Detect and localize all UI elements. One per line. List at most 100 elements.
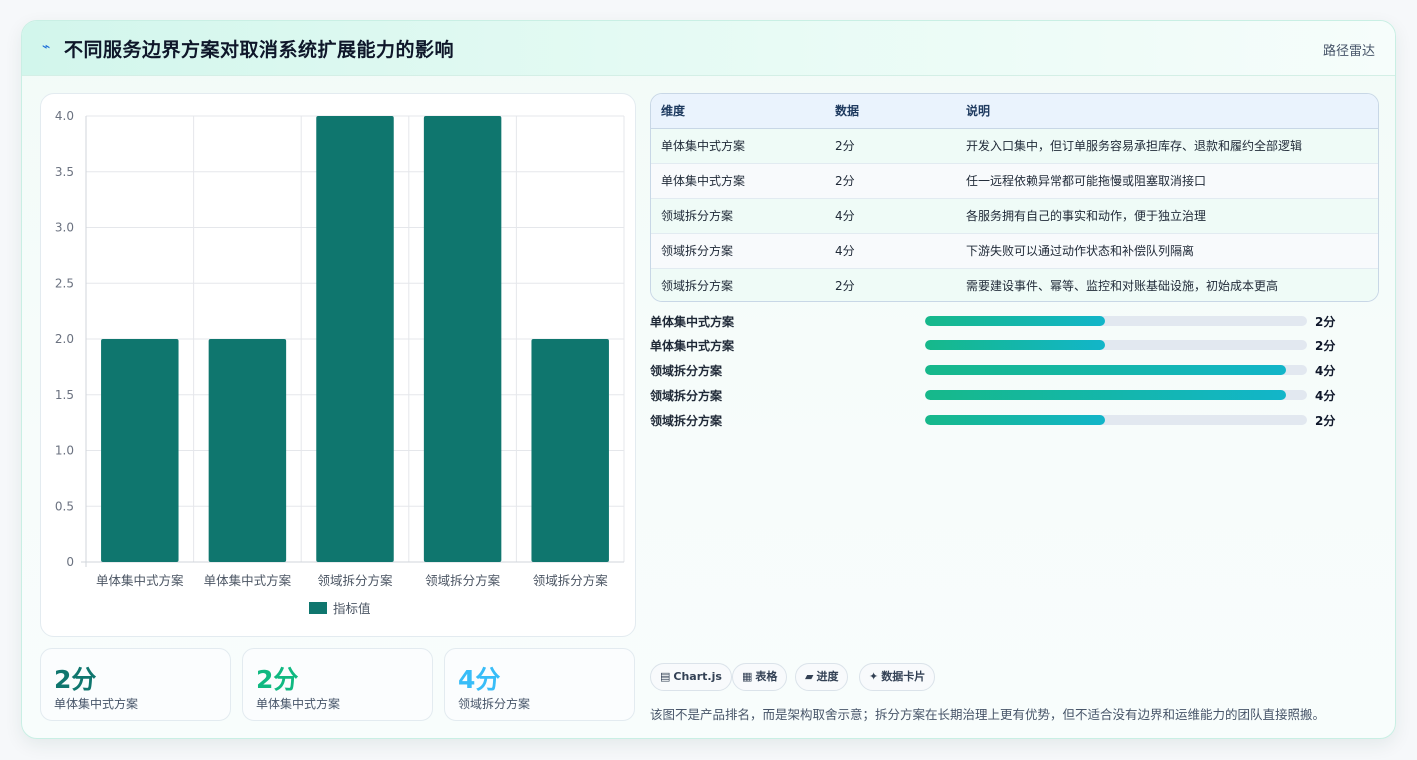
y-tick-label: 1.5 (55, 388, 74, 402)
progress-track (925, 316, 1307, 326)
progress-fill (925, 340, 1106, 350)
table-cell: 4分 (825, 233, 956, 269)
table-cell: 单体集中式方案 (651, 163, 825, 199)
chip-label: 表格 (755, 670, 778, 683)
progress-fill (925, 365, 1286, 375)
column-header: 说明 (956, 94, 1378, 129)
progress-row: 单体集中式方案 2分 (650, 311, 1370, 331)
table-cell: 领域拆分方案 (651, 198, 825, 234)
sparkle-icon: ✦ (869, 670, 879, 683)
progress-label: 单体集中式方案 (650, 339, 735, 353)
table-cell: 任一远程依赖异常都可能拖慢或阻塞取消接口 (956, 163, 1378, 199)
kpi-value: 4分 (458, 665, 501, 694)
bar (423, 116, 502, 562)
progress-row: 领域拆分方案 2分 (650, 410, 1370, 430)
progress-track (925, 390, 1307, 400)
kpi-card-1: 2分 单体集中式方案 (40, 648, 231, 721)
kpi-card-3: 4分 领域拆分方案 (444, 648, 635, 721)
column-header: 维度 (651, 94, 825, 129)
kpi-label: 领域拆分方案 (458, 697, 531, 711)
bar (316, 116, 394, 562)
x-tick-label: 领域拆分方案 (533, 573, 609, 588)
y-tick-label: 3.5 (55, 165, 74, 179)
kpi-label: 单体集中式方案 (256, 697, 341, 711)
table-cell: 领域拆分方案 (661, 279, 734, 294)
y-tick-label: 2.5 (55, 276, 74, 290)
table-cell: 4分 (825, 198, 956, 234)
table-header-row: 维度 数据 说明 (651, 94, 1378, 129)
y-tick-label: 2.0 (55, 332, 74, 346)
dashboard-card: ⌁ 不同服务边界方案对取消系统扩展能力的影响 路径雷达 0 0.5 1.0 1.5 2.… (21, 20, 1396, 739)
chart-icon: ▤ (660, 670, 671, 683)
header-tag[interactable]: 路径雷达 (1323, 40, 1375, 59)
lightning-icon: ⌁ (42, 39, 51, 55)
y-tick-label: 3.0 (55, 221, 74, 235)
table-row: 单体集中式方案 2分 任一远程依赖异常都可能拖慢或阻塞取消接口 (651, 163, 1378, 199)
y-tick-label: 1.0 (55, 444, 74, 458)
progress-fill (925, 415, 1106, 425)
card-header: ⌁ 不同服务边界方案对取消系统扩展能力的影响 路径雷达 (22, 21, 1395, 76)
table-cell: 单体集中式方案 (651, 128, 825, 164)
progress-value: 4分 (1315, 364, 1336, 378)
table-cell: 2分 (825, 128, 956, 164)
bar (531, 339, 609, 562)
footnote: 该图不是产品排名，而是架构取舍示意；拆分方案在长期治理上更有优势，但不适合没有边… (650, 707, 1326, 722)
kpi-label: 单体集中式方案 (54, 697, 139, 711)
table-row: 领域拆分方案 4分 各服务拥有自己的事实和动作，便于独立治理 (651, 198, 1378, 234)
legend-label: 指标值 (333, 601, 371, 616)
progress-track (925, 365, 1307, 375)
table-cell: 领域拆分方案 (651, 233, 825, 269)
table-row: 领域拆分方案 4分 下游失败可以通过动作状态和补偿队列隔离 (651, 233, 1378, 269)
table-row: 单体集中式方案 2分 开发入口集中，但订单服务容易承担库存、退款和履约全部逻辑 (651, 128, 1378, 164)
bar (208, 339, 287, 562)
progress-value: 2分 (1315, 414, 1336, 428)
legend-swatch (309, 602, 327, 614)
table-cell: 下游失败可以通过动作状态和补偿队列隔离 (956, 233, 1378, 269)
chip-label: 进度 (816, 670, 839, 683)
bar (101, 339, 179, 562)
y-tick-label: 4.0 (55, 109, 74, 123)
table-cell: 2分 (825, 163, 956, 199)
progress-row: 领域拆分方案 4分 (650, 360, 1370, 380)
y-tick-label: 0.5 (55, 499, 74, 513)
progress-label: 领域拆分方案 (650, 389, 723, 403)
kpi-card-2: 2分 单体集中式方案 (242, 648, 433, 721)
chip-label: Chart.js (673, 670, 722, 683)
x-tick-label: 领域拆分方案 (317, 573, 393, 588)
chip-chartjs[interactable]: ▤ Chart.js (650, 663, 732, 691)
progress-row: 单体集中式方案 2分 (650, 335, 1370, 355)
progress-row: 领域拆分方案 4分 (650, 385, 1370, 405)
y-tick-label: 0 (66, 555, 74, 569)
chip-data-card[interactable]: ✦ 数据卡片 (859, 663, 936, 691)
chip-table[interactable]: ▦ 表格 (732, 663, 788, 691)
page-title: 不同服务边界方案对取消系统扩展能力的影响 (64, 39, 455, 61)
data-table: 维度 数据 说明 单体集中式方案 2分 开发入口集中，但订单服务容易承担库存、退… (650, 93, 1379, 302)
chip-progress[interactable]: ▰ 进度 (795, 663, 849, 691)
progress-label: 单体集中式方案 (650, 315, 735, 329)
column-header: 数据 (825, 94, 956, 129)
progress-track (925, 415, 1307, 425)
bar-chart-panel: 0 0.5 1.0 1.5 2.0 2.5 3.0 3.5 4.0 单体集中式方案 单体集中式方案 领… (40, 93, 636, 637)
x-tick-label: 单体集中式方案 (204, 573, 292, 588)
x-tick-label: 单体集中式方案 (96, 573, 184, 588)
progress-value: 2分 (1315, 315, 1336, 329)
table-cell: 各服务拥有自己的事实和动作，便于独立治理 (956, 198, 1378, 234)
table-row: 领域拆分方案 2分 需要建设事件、幂等、监控和对账基础设施，初始成本更高 (651, 268, 1378, 301)
table-cell: 2分 (835, 279, 855, 294)
progress-value: 4分 (1315, 389, 1336, 403)
progress-value: 2分 (1315, 339, 1336, 353)
kpi-value: 2分 (256, 665, 299, 694)
table-cell: 开发入口集中，但订单服务容易承担库存、退款和履约全部逻辑 (956, 128, 1378, 164)
progress-track (925, 340, 1307, 350)
progress-label: 领域拆分方案 (650, 364, 723, 378)
chip-label: 数据卡片 (881, 670, 926, 683)
kpi-value: 2分 (54, 665, 97, 694)
progress-fill (925, 390, 1286, 400)
bar-chart: 0 0.5 1.0 1.5 2.0 2.5 3.0 3.5 4.0 单体集中式方案 单体集中式方案 领… (55, 109, 625, 616)
progress-label: 领域拆分方案 (650, 414, 723, 428)
table-cell: 需要建设事件、幂等、监控和对账基础设施，初始成本更高 (966, 279, 1279, 294)
progress-icon: ▰ (805, 670, 814, 683)
x-tick-label: 领域拆分方案 (425, 573, 501, 588)
table-icon: ▦ (742, 670, 753, 683)
progress-fill (925, 316, 1106, 326)
